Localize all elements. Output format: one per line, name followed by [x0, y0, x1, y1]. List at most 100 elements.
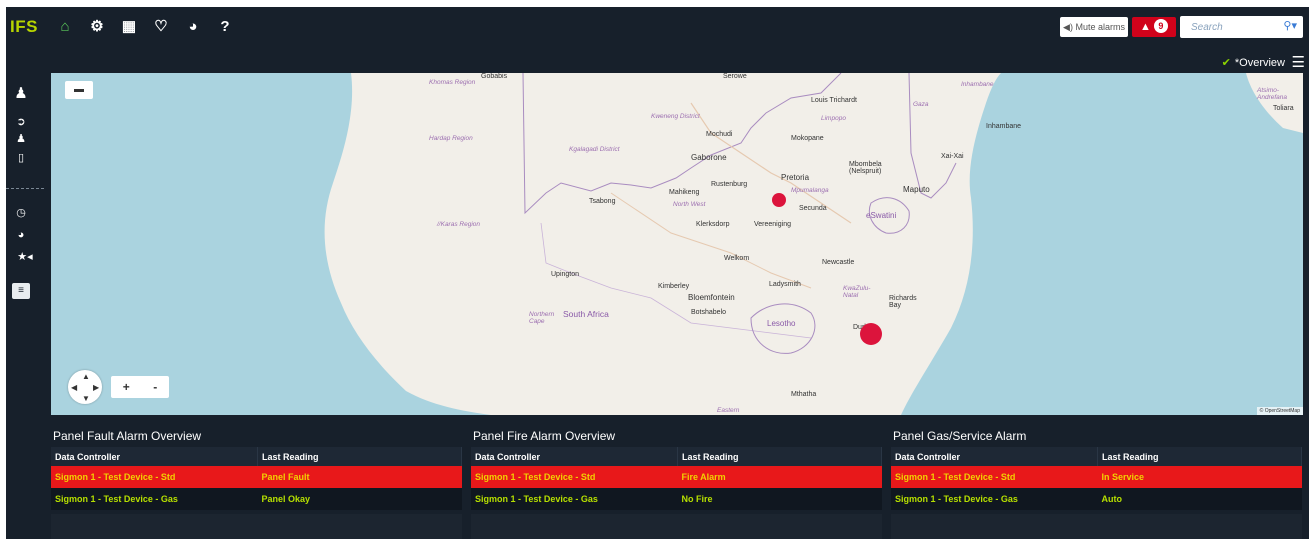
table-header-row: Data Controller Last Reading [891, 447, 1302, 466]
zoom-in-button[interactable]: + [123, 380, 130, 394]
column-header[interactable]: Data Controller [891, 447, 1098, 466]
map-label: Kweneng District [651, 113, 700, 120]
map-layers-button[interactable]: ▬ [65, 81, 93, 99]
dashboard-icon[interactable]: ◕ [184, 18, 202, 36]
column-header[interactable]: Last Reading [1097, 447, 1302, 466]
home-icon[interactable]: ⌂ [56, 18, 74, 36]
map-label: Welkom [724, 255, 750, 262]
panel-fault-alarm-overview: Panel Fault Alarm Overview Data Controll… [51, 425, 462, 539]
map-label: Atsimo-Andrefana [1257, 87, 1287, 101]
table-row[interactable]: Sigmon 1 - Test Device - Gas Panel Okay [51, 488, 462, 510]
map-label: Louis Trichardt [811, 97, 857, 104]
clock-icon[interactable]: ◷ [14, 206, 28, 220]
map-label: Vereeniging [754, 221, 791, 228]
reading-cell: No Fire [677, 488, 882, 510]
mobile-icon[interactable]: ▯ [14, 151, 28, 165]
panel-table: Data Controller Last Reading Sigmon 1 - … [51, 447, 462, 510]
map-label: //Karas Region [437, 221, 480, 228]
alarm-marker[interactable] [860, 323, 882, 345]
table-row[interactable]: Sigmon 1 - Test Device - Std Panel Fault [51, 466, 462, 488]
alarm-marker[interactable] [772, 193, 786, 207]
zoom-out-button[interactable]: - [153, 380, 157, 394]
mute-alarms-button[interactable]: ◀) Mute alarms [1060, 17, 1128, 37]
map-label: Serowe [723, 73, 747, 80]
logo[interactable]: IFS [10, 17, 38, 37]
map-label: Kimberley [658, 283, 690, 290]
map-label: KwaZulu-Natal [843, 285, 871, 299]
gear-icon[interactable]: ⚙ [88, 18, 106, 36]
map-label: North West [673, 201, 706, 208]
table-header-row: Data Controller Last Reading [471, 447, 882, 466]
hamburger-menu-icon[interactable]: ☰ [1292, 53, 1305, 71]
controller-cell: Sigmon 1 - Test Device - Gas [891, 488, 1098, 510]
controller-cell: Sigmon 1 - Test Device - Gas [51, 488, 258, 510]
map-zoom-control: + - [111, 376, 169, 398]
map-label: Newcastle [822, 259, 855, 266]
panel-title: Panel Fire Alarm Overview [473, 429, 616, 443]
map-pan-control[interactable]: ▲ ▼ ◀ ▶ [68, 370, 102, 404]
help-icon[interactable]: ? [216, 18, 234, 36]
land-south-africa [324, 73, 1001, 415]
check-circle-icon: ✔ [1221, 57, 1231, 69]
map-label: Klerksdorp [696, 221, 730, 228]
map-label: Mpumalanga [791, 187, 829, 194]
table-header-row: Data Controller Last Reading [51, 447, 462, 466]
left-sidebar: ♟ ➲ ♟ ▯ ◷ ◕ ★◂ ≡ [6, 73, 46, 303]
alarm-notification-button[interactable]: ▲ 9 [1132, 17, 1176, 37]
map-label: Inhambane [986, 123, 1022, 130]
bell-icon[interactable]: ♡ [152, 18, 170, 36]
alarm-count-badge: 9 [1153, 19, 1168, 33]
overview-tab[interactable]: ✔ *Overview [1222, 56, 1285, 69]
logout-icon[interactable]: ➲ [14, 115, 28, 129]
pan-left-icon[interactable]: ◀ [71, 383, 77, 392]
map-label: Gobabis [481, 73, 508, 80]
map-label: Richards Bay [889, 295, 917, 309]
map-attribution[interactable]: © OpenStreetMap [1256, 407, 1303, 415]
map-label: Gaza [913, 101, 929, 108]
map-label: Bloemfontein [688, 293, 735, 302]
map-label: Pretoria [781, 173, 810, 182]
panel-title: Panel Gas/Service Alarm [893, 429, 1027, 443]
map-label: Mochudi [706, 131, 733, 138]
panel-fire-alarm-overview: Panel Fire Alarm Overview Data Controlle… [471, 425, 882, 539]
logo-text: IFS [10, 17, 38, 36]
search-box: ⚲▾ [1180, 16, 1303, 38]
map-label: Gaborone [691, 153, 727, 162]
pan-up-icon[interactable]: ▲ [82, 372, 90, 381]
reading-cell: Fire Alarm [677, 466, 882, 488]
pan-right-icon[interactable]: ▶ [93, 383, 99, 392]
table-row[interactable]: Sigmon 1 - Test Device - Gas Auto [891, 488, 1302, 510]
column-header[interactable]: Data Controller [51, 447, 258, 466]
map-label: Mokopane [791, 135, 824, 142]
favorites-star-icon[interactable]: ★◂ [14, 250, 36, 264]
list-toggle-button[interactable]: ≡ [12, 283, 30, 299]
bell-icon: ▲ [1140, 21, 1151, 33]
map-label: Mthatha [791, 391, 817, 398]
user-icon[interactable]: ♟ [14, 132, 28, 146]
mute-alarms-label: ◀) Mute alarms [1063, 22, 1125, 32]
map-label: Mbombela (Nelspruit) [849, 161, 882, 175]
reading-cell: Panel Fault [257, 466, 462, 488]
table-row[interactable]: Sigmon 1 - Test Device - Std Fire Alarm [471, 466, 882, 488]
column-header[interactable]: Last Reading [257, 447, 462, 466]
map-label: Botshabelo [691, 309, 727, 316]
panel-empty-area [891, 514, 1302, 539]
grid-icon[interactable]: ▦ [120, 18, 138, 36]
table-row[interactable]: Sigmon 1 - Test Device - Gas No Fire [471, 488, 882, 510]
controller-cell: Sigmon 1 - Test Device - Std [51, 466, 258, 488]
search-icon[interactable]: ⚲▾ [1283, 19, 1297, 32]
pan-down-icon[interactable]: ▼ [82, 394, 90, 403]
map-land-layer [324, 73, 1303, 415]
map-label: Rustenburg [711, 181, 748, 188]
column-header[interactable]: Last Reading [677, 447, 882, 466]
table-row[interactable]: Sigmon 1 - Test Device - Std In Service [891, 466, 1302, 488]
panel-table: Data Controller Last Reading Sigmon 1 - … [471, 447, 882, 510]
map-view[interactable]: ▬ Khomas Region Gobabis Hardap Region //… [51, 73, 1303, 415]
land-madagascar [1246, 73, 1303, 133]
user-avatar-icon[interactable]: ♟ [14, 86, 28, 101]
panel-empty-area [51, 514, 462, 539]
search-input[interactable] [1189, 16, 1273, 38]
dashboard-icon[interactable]: ◕ [14, 228, 28, 242]
panel-gas-service-alarm: Panel Gas/Service Alarm Data Controller … [891, 425, 1302, 539]
column-header[interactable]: Data Controller [471, 447, 678, 466]
